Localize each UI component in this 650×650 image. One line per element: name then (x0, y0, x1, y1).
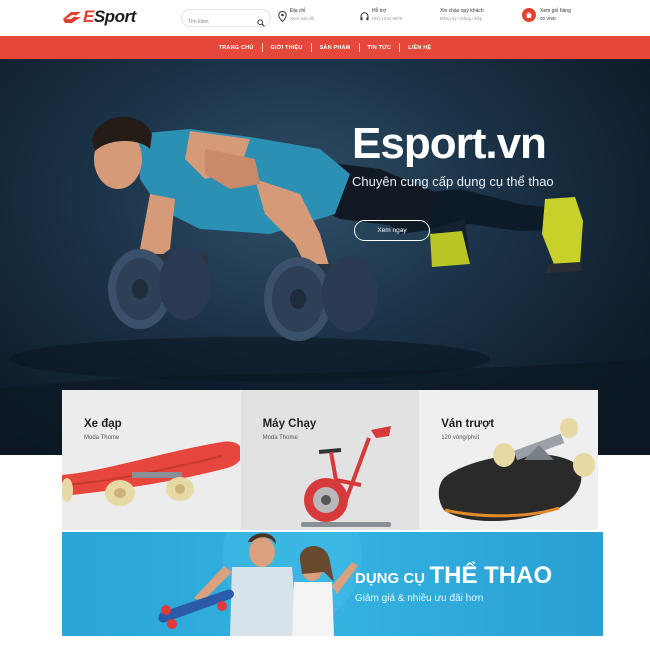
exercise-bike-image (300, 426, 391, 527)
promo-title: DỤNG CỤ THỂ THAO (355, 562, 552, 590)
hero-title: Esport.vn (352, 119, 547, 168)
page: ESport Địa chỉ Xem bản đồ Hỗ trợ (84) (0, 0, 650, 650)
category-title: Ván trượt (441, 418, 495, 430)
search-input[interactable] (182, 14, 252, 30)
main-nav: TRANG CHỦ GIỚI THIỆU SẢN PHẨM TIN TỨC LI… (0, 36, 650, 59)
nav-home[interactable]: TRANG CHỦ (211, 45, 262, 51)
logo-mark-icon (62, 10, 82, 24)
account-link[interactable]: Xin chào quý khách Đăng ký / Đăng nhập (440, 8, 484, 22)
location-pin-icon (278, 9, 287, 23)
promo-banner[interactable]: DỤNG CỤ THỂ THAO Giảm giá & nhiều ưu đãi… (62, 532, 603, 636)
support-phone: (84) 1234 5678 (372, 16, 403, 21)
header: ESport Địa chỉ Xem bản đồ Hỗ trợ (84) (0, 0, 650, 36)
address-link[interactable]: Địa chỉ Xem bản đồ (278, 8, 315, 23)
nav-about[interactable]: GIỚI THIỆU (263, 45, 311, 51)
category-title: Máy Chạy (262, 418, 317, 430)
promo-subtitle: Giảm giá & nhiều ưu đãi hơn (355, 593, 484, 604)
cart-link[interactable]: Xem giỏ hàng 00 VNĐ (522, 8, 571, 22)
cart-icon (522, 8, 536, 22)
category-card-bicycle[interactable]: Xe đạp Moda Thome (62, 390, 241, 530)
search-box (181, 9, 271, 30)
category-subtitle: Moda Thome (84, 435, 120, 441)
nav-news[interactable]: TIN TỨC (360, 45, 400, 51)
category-card-skateboard[interactable]: Ván trượt 120 vòng/phút (419, 390, 598, 530)
cart-total: 00 VNĐ (540, 16, 556, 21)
address-title: Địa chỉ (290, 8, 306, 14)
address-subtitle: Xem bản đồ (290, 16, 315, 21)
category-title: Xe đạp (84, 418, 122, 430)
category-card-treadmill[interactable]: Máy Chạy Moda Thome (240, 390, 420, 530)
support-link[interactable]: Hỗ trợ (84) 1234 5678 (360, 8, 403, 22)
category-cards: Xe đạp Moda Thome Máy Chạy Moda Thome Vá… (62, 390, 598, 530)
support-title: Hỗ trợ (372, 8, 387, 14)
category-subtitle: 120 vòng/phút (441, 435, 480, 441)
nav-contact[interactable]: LIÊN HỆ (400, 45, 439, 51)
category-subtitle: Moda Thome (262, 435, 298, 441)
cart-title: Xem giỏ hàng (540, 8, 571, 14)
promo-title-small: DỤNG CỤ (355, 570, 425, 587)
hero-subtitle: Chuyên cung cấp dụng cụ thể thao (352, 174, 554, 189)
skateboard-image (62, 441, 240, 506)
skate-truck-image (438, 418, 596, 522)
promo-title-big: THỂ THAO (429, 562, 553, 589)
headset-icon (360, 9, 369, 21)
logo-text: ESport (83, 7, 136, 26)
login-register-link[interactable]: Đăng ký / Đăng nhập (440, 15, 484, 22)
nav-products[interactable]: SẢN PHẨM (312, 45, 359, 51)
logo[interactable]: ESport (62, 7, 136, 26)
search-icon[interactable] (257, 14, 265, 27)
hero-cta-button[interactable]: Xem ngay (354, 220, 430, 241)
greeting-title: Xin chào quý khách (440, 8, 484, 14)
